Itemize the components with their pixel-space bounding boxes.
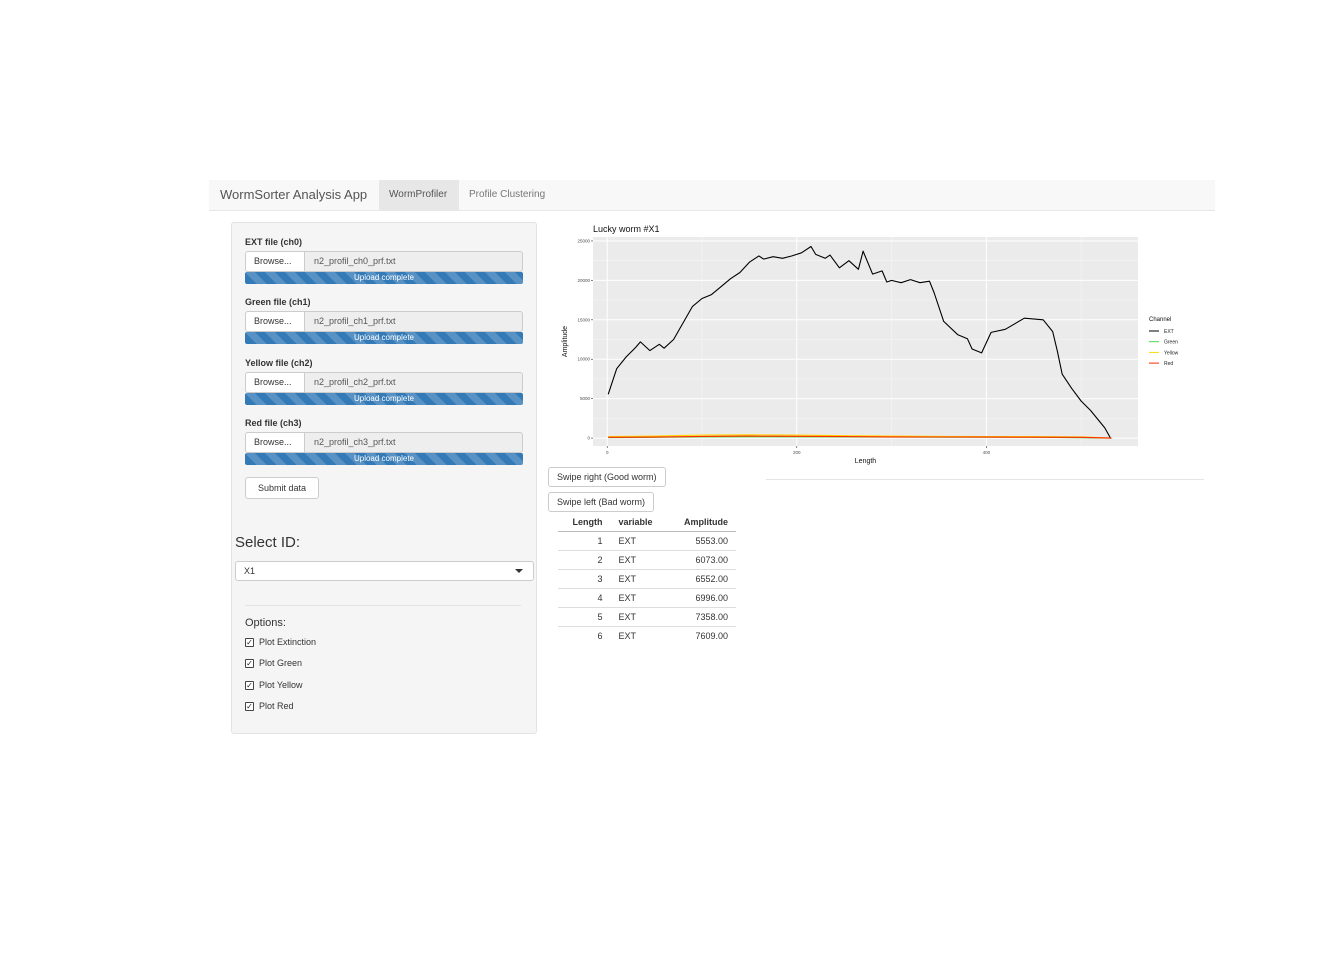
red-file-input[interactable]: Browse... n2_profil_ch3_prf.txt bbox=[245, 432, 523, 454]
ext-file-name: n2_profil_ch0_prf.txt bbox=[304, 251, 523, 272]
app-brand[interactable]: WormSorter Analysis App bbox=[220, 187, 367, 202]
divider bbox=[245, 605, 521, 606]
column-header[interactable]: Length bbox=[558, 513, 611, 532]
green-file-name: n2_profil_ch1_prf.txt bbox=[304, 311, 523, 332]
caret-down-icon bbox=[515, 569, 523, 573]
table-cell: 7358.00 bbox=[667, 606, 736, 626]
table-row: 3 EXT 6552.00 bbox=[558, 568, 736, 588]
y-tick-label: 5000 bbox=[580, 396, 591, 401]
table-cell: 4 bbox=[558, 587, 611, 607]
red-file-name: n2_profil_ch3_prf.txt bbox=[304, 432, 523, 453]
y-tick-label: 15000 bbox=[577, 317, 590, 322]
yellow-browse-button[interactable]: Browse... bbox=[245, 372, 305, 393]
x-tick-label: 0 bbox=[606, 450, 609, 455]
table-cell: 5 bbox=[558, 606, 611, 626]
table-header-row: Length variable Amplitude bbox=[558, 513, 736, 532]
legend-label: EXT bbox=[1164, 329, 1174, 335]
legend-label: Green bbox=[1164, 340, 1178, 346]
table-cell: 6552.00 bbox=[667, 568, 736, 588]
y-tick-label: 20000 bbox=[577, 278, 590, 283]
y-tick-label: 0 bbox=[587, 436, 590, 441]
table-cell: EXT bbox=[610, 549, 668, 569]
green-file-label: Green file (ch1) bbox=[245, 297, 311, 307]
table-cell: EXT bbox=[610, 587, 668, 607]
ext-upload-progress: Upload complete bbox=[245, 272, 523, 284]
green-upload-progress: Upload complete bbox=[245, 332, 523, 344]
option-label: Plot Red bbox=[259, 701, 294, 711]
green-file-input[interactable]: Browse... n2_profil_ch1_prf.txt bbox=[245, 311, 523, 333]
ext-file-input[interactable]: Browse... n2_profil_ch0_prf.txt bbox=[245, 251, 523, 273]
data-table: Length variable Amplitude 1 EXT 5553.00 … bbox=[558, 513, 736, 640]
column-header[interactable]: Amplitude bbox=[667, 513, 736, 532]
submit-data-button[interactable]: Submit data bbox=[245, 477, 319, 499]
plot-panel bbox=[593, 237, 1138, 446]
y-tick-label: 10000 bbox=[577, 357, 590, 362]
checkbox-checked-icon[interactable]: ✓ bbox=[245, 681, 254, 690]
select-id-dropdown[interactable]: X1 bbox=[235, 561, 534, 581]
table-cell: 3 bbox=[558, 568, 611, 588]
ext-browse-button[interactable]: Browse... bbox=[245, 251, 305, 272]
x-tick-label: 400 bbox=[983, 450, 991, 455]
table-row: 5 EXT 7358.00 bbox=[558, 606, 736, 626]
table-row: 4 EXT 6996.00 bbox=[558, 587, 736, 607]
table-row: 2 EXT 6073.00 bbox=[558, 549, 736, 569]
table-cell: 6996.00 bbox=[667, 587, 736, 607]
yellow-file-name: n2_profil_ch2_prf.txt bbox=[304, 372, 523, 393]
legend-label: Red bbox=[1164, 361, 1173, 367]
table-row: 1 EXT 5553.00 bbox=[558, 530, 736, 550]
tab-profile-clustering[interactable]: Profile Clustering bbox=[459, 180, 555, 210]
table-cell: 7609.00 bbox=[667, 625, 736, 640]
sidebar-panel: EXT file (ch0) Browse... n2_profil_ch0_p… bbox=[231, 222, 537, 734]
data-table-container[interactable]: Length variable Amplitude 1 EXT 5553.00 … bbox=[558, 513, 738, 640]
y-tick-label: 25000 bbox=[577, 238, 590, 243]
green-browse-button[interactable]: Browse... bbox=[245, 311, 305, 332]
table-cell: 6 bbox=[558, 625, 611, 640]
option-label: Plot Green bbox=[259, 658, 303, 668]
red-browse-button[interactable]: Browse... bbox=[245, 432, 305, 453]
swipe-left-button[interactable]: Swipe left (Bad worm) bbox=[548, 492, 655, 512]
table-cell: EXT bbox=[610, 625, 668, 640]
tab-wormprofiler[interactable]: WormProfiler bbox=[379, 180, 459, 210]
swipe-right-button[interactable]: Swipe right (Good worm) bbox=[548, 467, 666, 487]
table-cell: 2 bbox=[558, 549, 611, 569]
option-label: Plot Yellow bbox=[259, 680, 303, 690]
option-label: Plot Extinction bbox=[259, 637, 317, 647]
x-axis-label: Length bbox=[855, 458, 877, 465]
yellow-file-input[interactable]: Browse... n2_profil_ch2_prf.txt bbox=[245, 372, 523, 394]
legend-label: Yellow bbox=[1164, 350, 1179, 356]
checkbox-checked-icon[interactable]: ✓ bbox=[245, 638, 254, 647]
y-axis-label: Amplitude bbox=[562, 326, 569, 357]
amplitude-line-chart: 0 200 400 0 5000 10000 15000 20000 25000 Length Am… bbox=[562, 237, 1179, 465]
select-id-value: X1 bbox=[244, 566, 256, 576]
red-upload-progress: Upload complete bbox=[245, 453, 523, 465]
yellow-upload-progress: Upload complete bbox=[245, 393, 523, 405]
divider bbox=[766, 479, 1204, 480]
table-cell: 5553.00 bbox=[667, 530, 736, 550]
table-cell: EXT bbox=[610, 606, 668, 626]
column-header[interactable]: variable bbox=[610, 513, 668, 532]
options-label: Options: bbox=[245, 617, 286, 629]
checkbox-checked-icon[interactable]: ✓ bbox=[245, 702, 254, 711]
red-file-label: Red file (ch3) bbox=[245, 418, 302, 428]
select-id-label: Select ID: bbox=[235, 534, 301, 551]
ext-file-label: EXT file (ch0) bbox=[245, 237, 303, 247]
table-cell: 6073.00 bbox=[667, 549, 736, 569]
table-row: 6 EXT 7609.00 bbox=[558, 625, 736, 640]
legend-title: Channel bbox=[1149, 317, 1171, 323]
yellow-file-label: Yellow file (ch2) bbox=[245, 358, 313, 368]
x-tick-label: 200 bbox=[793, 450, 801, 455]
table-cell: EXT bbox=[610, 568, 668, 588]
navbar: WormSorter Analysis App WormProfiler Pro… bbox=[209, 180, 1215, 211]
table-cell: EXT bbox=[610, 530, 668, 550]
table-cell: 1 bbox=[558, 530, 611, 550]
checkbox-checked-icon[interactable]: ✓ bbox=[245, 659, 254, 668]
